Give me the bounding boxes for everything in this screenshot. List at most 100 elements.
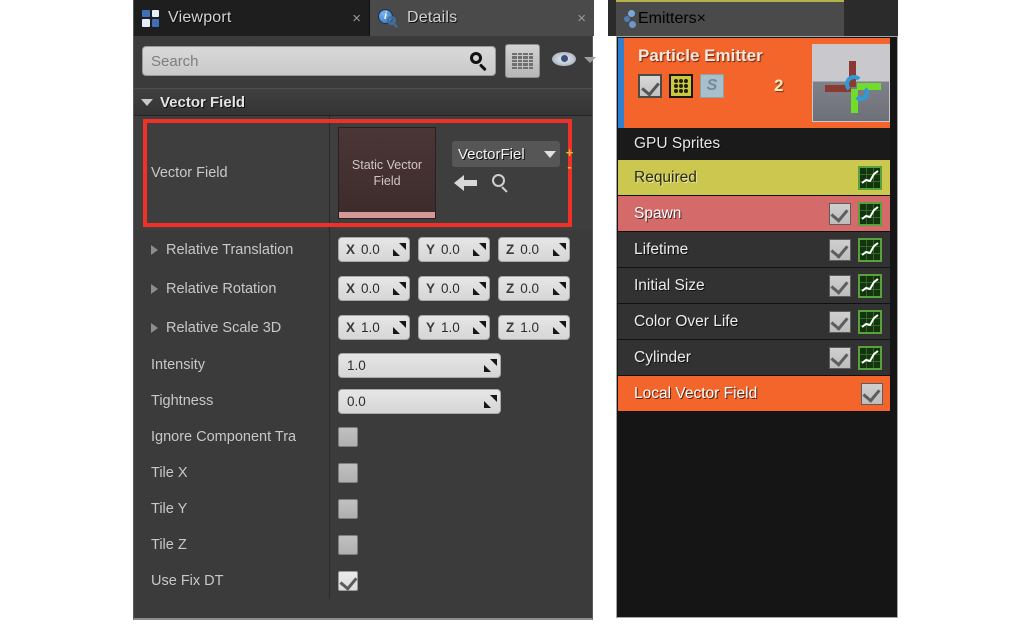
spinner-icon[interactable] — [484, 358, 497, 372]
intensity-value: 1.0 — [347, 357, 366, 373]
scale-x-input[interactable]: X 1.0 — [338, 315, 410, 340]
add-remove-buttons[interactable]: + - — [564, 146, 576, 174]
search-box[interactable] — [142, 46, 496, 76]
spinner-icon[interactable] — [393, 282, 406, 295]
section-header-vector-field[interactable]: Vector Field — [134, 88, 592, 116]
use-fix-dt-checkbox[interactable] — [338, 571, 358, 591]
asset-thumbnail-type-bar — [339, 212, 435, 218]
property-label: Tile Z — [151, 537, 187, 553]
property-label-wrap[interactable]: Relative Translation — [134, 242, 330, 258]
tab-viewport[interactable]: Viewport × — [134, 0, 370, 36]
property-label-wrap[interactable]: Relative Rotation — [134, 281, 330, 297]
curve-graph-icon[interactable] — [858, 237, 882, 262]
module-enable-checkbox[interactable] — [829, 238, 851, 261]
chevron-down-icon[interactable] — [584, 57, 596, 63]
curve-graph-icon[interactable] — [858, 273, 882, 298]
solo-s-icon[interactable]: S — [700, 74, 724, 98]
module-enable-checkbox[interactable] — [829, 274, 851, 297]
module-enable-checkbox[interactable] — [861, 382, 883, 405]
property-row-tile-y: Tile Y — [134, 491, 592, 527]
checkbox-checked-icon[interactable] — [638, 74, 662, 98]
axis-value: 0.0 — [520, 242, 540, 257]
tile-z-checkbox[interactable] — [338, 535, 358, 555]
spinner-icon[interactable] — [473, 243, 486, 256]
triangle-right-icon[interactable] — [151, 244, 158, 255]
close-icon[interactable]: × — [563, 11, 586, 26]
spinner-icon[interactable] — [553, 321, 566, 334]
emitter-count: 2 — [774, 76, 784, 95]
property-list: Vector Field Static Vector Field VectorF… — [134, 116, 592, 599]
arrow-left-icon[interactable] — [454, 174, 478, 194]
tile-x-checkbox[interactable] — [338, 463, 358, 483]
translation-z-input[interactable]: Z 0.0 — [498, 237, 570, 262]
search-input[interactable] — [143, 52, 469, 70]
module-enable-checkbox[interactable] — [829, 346, 851, 369]
column-divider — [329, 455, 330, 491]
curve-graph-icon[interactable] — [858, 165, 882, 190]
rotation-x-input[interactable]: X 0.0 — [338, 276, 410, 301]
ignore-component-transform-checkbox[interactable] — [338, 427, 358, 447]
spinner-icon[interactable] — [473, 321, 486, 334]
property-row-intensity: Intensity 1.0 — [134, 347, 592, 383]
module-row-cylinder[interactable]: Cylinder — [618, 340, 890, 376]
tab-details-label: Details — [407, 9, 458, 26]
spinner-icon[interactable] — [473, 282, 486, 295]
rotation-z-input[interactable]: Z 0.0 — [498, 276, 570, 301]
translation-y-input[interactable]: Y 0.0 — [418, 237, 490, 262]
spinner-icon[interactable] — [393, 321, 406, 334]
property-label-wrap[interactable]: Relative Scale 3D — [134, 320, 330, 336]
close-icon[interactable]: × — [338, 11, 361, 26]
property-label: Vector Field — [151, 165, 228, 181]
module-enable-checkbox[interactable] — [829, 202, 851, 225]
axis-blue-arc-2-glyph — [853, 85, 869, 101]
tile-y-checkbox[interactable] — [338, 499, 358, 519]
axis-label: Y — [426, 320, 436, 335]
axis-label: Z — [506, 281, 515, 296]
property-value: 1.0 — [330, 352, 592, 378]
intensity-input[interactable]: 1.0 — [338, 352, 501, 378]
tab-emitters[interactable]: Emitters × — [616, 0, 844, 36]
add-button[interactable]: + — [564, 146, 575, 159]
triangle-right-icon[interactable] — [151, 283, 158, 294]
emitter-preview-thumbnail[interactable] — [812, 44, 890, 122]
triangle-right-icon[interactable] — [151, 322, 158, 333]
remove-button[interactable]: - — [564, 160, 575, 173]
tightness-input[interactable]: 0.0 — [338, 388, 501, 414]
curve-graph-icon[interactable] — [858, 345, 882, 370]
translation-x-input[interactable]: X 0.0 — [338, 237, 410, 262]
module-row-initial-size[interactable]: Initial Size — [618, 268, 890, 304]
rotation-y-input[interactable]: Y 0.0 — [418, 276, 490, 301]
curve-graph-icon[interactable] — [858, 309, 882, 334]
emitter-header[interactable]: Particle Emitter S 2 — [618, 38, 890, 128]
tab-emitters-label: Emitters — [638, 10, 697, 27]
curve-graph-icon[interactable] — [858, 201, 882, 226]
property-row-relative-translation: Relative Translation X 0.0 Y 0.0 Z 0.0 — [134, 230, 592, 269]
module-row-color-over-life[interactable]: Color Over Life — [618, 304, 890, 340]
asset-thumbnail[interactable]: Static Vector Field — [338, 127, 436, 219]
browse-search-icon[interactable] — [490, 172, 512, 194]
particle-dots-icon[interactable] — [669, 74, 693, 98]
property-row-use-fix-dt: Use Fix DT — [134, 563, 592, 599]
module-row-required[interactable]: Required — [618, 160, 890, 196]
asset-combo-box[interactable]: VectorFiel — [452, 141, 560, 167]
module-row-spawn[interactable]: Spawn — [618, 196, 890, 232]
module-row-local-vector-field[interactable]: Local Vector Field — [618, 376, 890, 412]
emitter-type-row[interactable]: GPU Sprites — [618, 128, 890, 160]
module-row-lifetime[interactable]: Lifetime — [618, 232, 890, 268]
axis-label: X — [346, 242, 356, 257]
spinner-icon[interactable] — [553, 282, 566, 295]
emitter-particles-icon — [624, 10, 638, 28]
viewport-grid-icon — [142, 9, 159, 27]
module-label: Spawn — [634, 204, 682, 222]
eye-icon[interactable] — [552, 52, 576, 68]
scale-z-input[interactable]: Z 1.0 — [498, 315, 570, 340]
property-label: Use Fix DT — [151, 573, 224, 589]
grid-view-icon[interactable] — [505, 44, 540, 78]
spinner-icon[interactable] — [553, 243, 566, 256]
tab-details[interactable]: i Details × — [370, 0, 594, 36]
spinner-icon[interactable] — [484, 394, 497, 408]
scale-y-input[interactable]: Y 1.0 — [418, 315, 490, 340]
close-icon[interactable]: × — [697, 10, 706, 28]
module-enable-checkbox[interactable] — [829, 310, 851, 333]
spinner-icon[interactable] — [393, 243, 406, 256]
